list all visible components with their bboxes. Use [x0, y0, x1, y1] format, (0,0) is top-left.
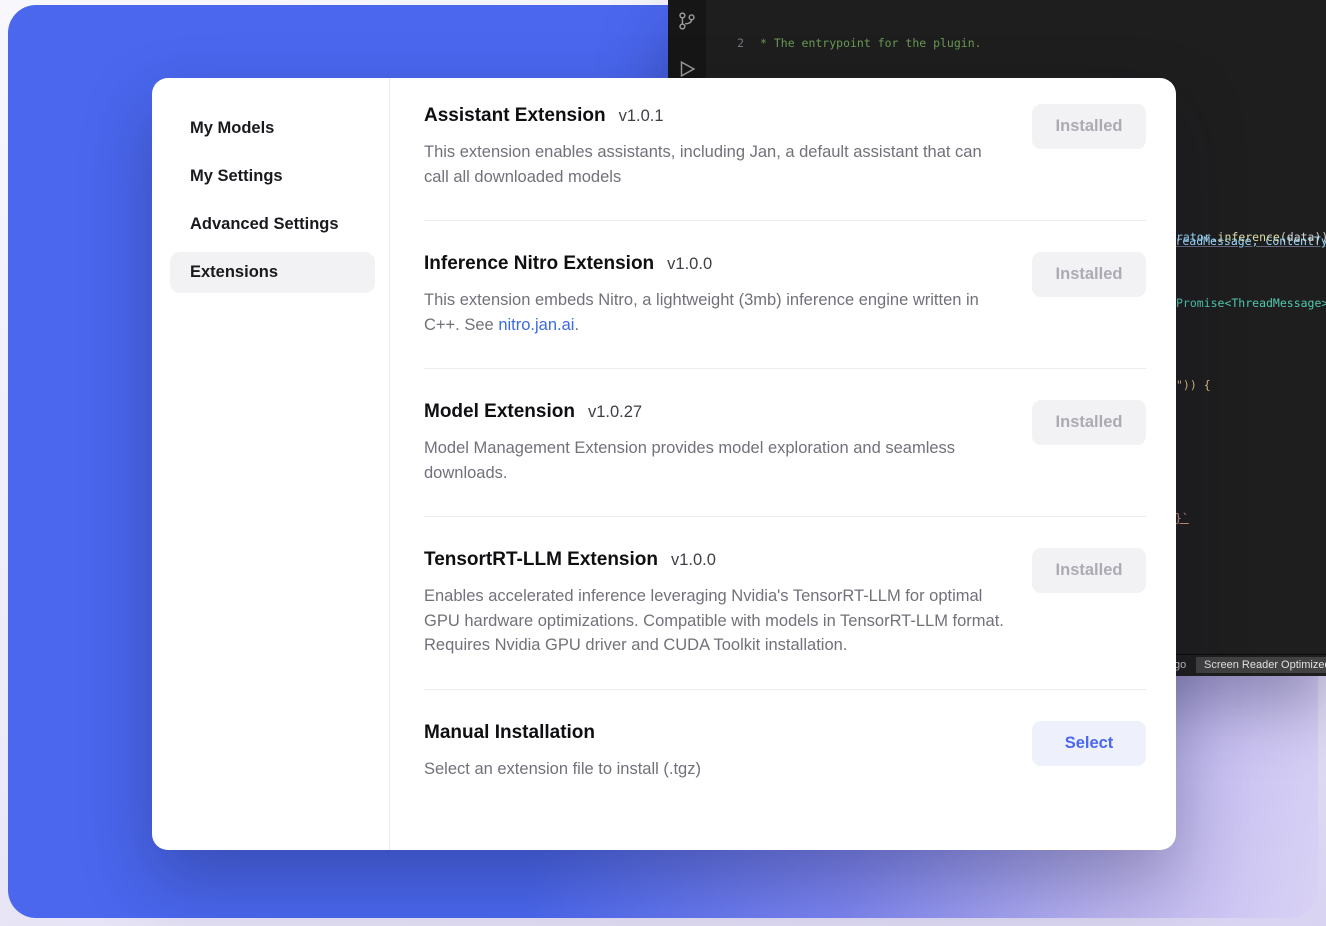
extensions-panel: Assistant Extension v1.0.1 This extensio…	[390, 78, 1176, 850]
row-divider	[424, 516, 1146, 517]
extension-version: v1.0.1	[619, 104, 664, 128]
code-fragment: Promise<ThreadMessage>	[1176, 296, 1326, 310]
extension-info: Inference Nitro Extension v1.0.0 This ex…	[424, 252, 1009, 337]
extension-description: This extension embeds Nitro, a lightweig…	[424, 288, 1009, 337]
code-fragment: rator.inference(data));	[1176, 230, 1326, 244]
extension-description: This extension enables assistants, inclu…	[424, 140, 1009, 189]
extension-name: Model Extension	[424, 400, 575, 424]
row-divider	[424, 368, 1146, 369]
screen-reader-status-badge[interactable]: Screen Reader Optimized	[1196, 657, 1326, 673]
extension-name: Assistant Extension	[424, 104, 606, 128]
extension-title: Inference Nitro Extension v1.0.0	[424, 252, 1009, 276]
code-text: * The entrypoint for the plugin.	[760, 35, 982, 52]
extension-info: Manual Installation Select an extension …	[424, 721, 701, 782]
line-number: 2	[706, 35, 760, 52]
extension-info: TensortRT-LLM Extension v1.0.0 Enables a…	[424, 548, 1009, 658]
run-icon[interactable]	[676, 58, 698, 80]
extension-title: TensortRT-LLM Extension v1.0.0	[424, 548, 1009, 572]
sidebar-item-advanced-settings[interactable]: Advanced Settings	[170, 204, 375, 245]
installed-button[interactable]: Installed	[1032, 548, 1146, 593]
manual-installation-row: Manual Installation Select an extension …	[424, 721, 1146, 782]
code-fragment: ")) {	[1176, 378, 1211, 392]
extension-row-model: Model Extension v1.0.27 Model Management…	[424, 400, 1146, 485]
code-line: 2 * The entrypoint for the plugin.	[706, 35, 1326, 52]
source-control-icon[interactable]	[676, 10, 698, 32]
code-text: inference	[1218, 230, 1280, 244]
settings-card: My Models My Settings Advanced Settings …	[152, 78, 1176, 850]
extension-description: Model Management Extension provides mode…	[424, 436, 1009, 485]
nitro-jan-ai-link[interactable]: nitro.jan.ai	[498, 316, 574, 334]
select-file-button[interactable]: Select	[1032, 721, 1146, 766]
extension-version: v1.0.27	[588, 400, 642, 424]
installed-button[interactable]: Installed	[1032, 252, 1146, 297]
manual-installation-description: Select an extension file to install (.tg…	[424, 757, 701, 782]
sidebar-item-my-models[interactable]: My Models	[170, 108, 375, 149]
extension-title: Assistant Extension v1.0.1	[424, 104, 1009, 128]
extension-name: TensortRT-LLM Extension	[424, 548, 658, 572]
code-text: (data));	[1280, 230, 1326, 244]
extension-version: v1.0.0	[667, 252, 712, 276]
row-divider	[424, 689, 1146, 690]
extension-info: Assistant Extension v1.0.1 This extensio…	[424, 104, 1009, 189]
settings-sidebar: My Models My Settings Advanced Settings …	[152, 78, 390, 850]
description-text: .	[574, 316, 579, 334]
extension-description: Enables accelerated inference leveraging…	[424, 584, 1009, 658]
extension-name: Manual Installation	[424, 721, 595, 745]
manual-installation-title: Manual Installation	[424, 721, 701, 745]
installed-button[interactable]: Installed	[1032, 400, 1146, 445]
extension-name: Inference Nitro Extension	[424, 252, 654, 276]
sidebar-item-my-settings[interactable]: My Settings	[170, 156, 375, 197]
extension-version: v1.0.0	[671, 548, 716, 572]
code-text: rator.	[1176, 230, 1218, 244]
extension-row-nitro: Inference Nitro Extension v1.0.0 This ex…	[424, 252, 1146, 337]
extension-title: Model Extension v1.0.27	[424, 400, 1009, 424]
sidebar-item-extensions[interactable]: Extensions	[170, 252, 375, 293]
installed-button[interactable]: Installed	[1032, 104, 1146, 149]
extension-info: Model Extension v1.0.27 Model Management…	[424, 400, 1009, 485]
row-divider	[424, 220, 1146, 221]
extension-row-assistant: Assistant Extension v1.0.1 This extensio…	[424, 104, 1146, 189]
extension-row-tensorrt: TensortRT-LLM Extension v1.0.0 Enables a…	[424, 548, 1146, 658]
